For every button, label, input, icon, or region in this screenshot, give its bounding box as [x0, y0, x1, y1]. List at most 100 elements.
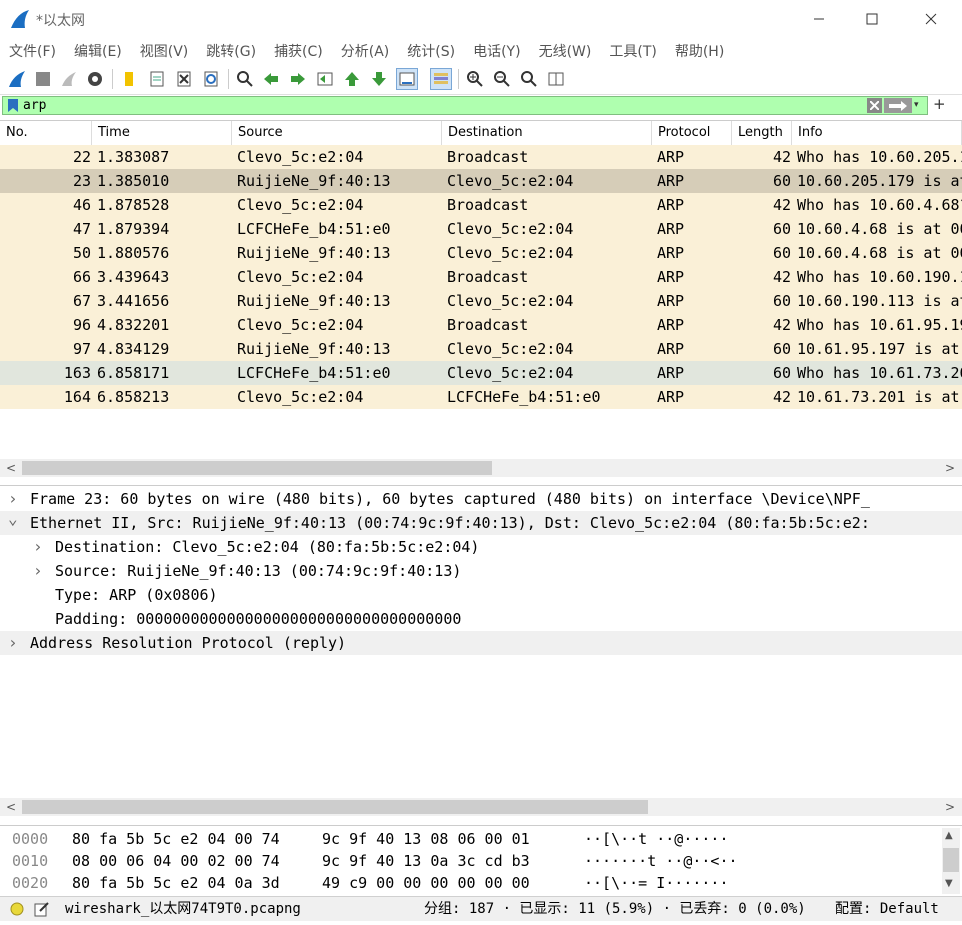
close-file-button[interactable] [173, 68, 195, 90]
maximize-button[interactable] [849, 0, 895, 38]
display-filter-input[interactable] [23, 97, 863, 114]
detail-row[interactable]: › Frame 23: 60 bytes on wire (480 bits), … [0, 487, 962, 511]
go-last-packet-button[interactable] [368, 68, 390, 90]
scroll-thumb[interactable] [22, 800, 648, 814]
packet-row[interactable]: 164 6.858213 Clevo_5c:e2:04 LCFCHeFe_b4:51:… [0, 385, 962, 409]
packet-src: Clevo_5c:e2:04 [237, 268, 364, 286]
scroll-right-icon[interactable]: > [942, 460, 958, 476]
capture-comment-button[interactable] [34, 897, 50, 921]
start-capture-button[interactable] [6, 68, 28, 90]
normal-size-button[interactable] [518, 68, 540, 90]
bytes-offset[interactable]: 0000 [12, 828, 48, 850]
bytes-hex2[interactable]: 9c 9f 40 13 0a 3c cd b3 [322, 850, 530, 872]
menu-item-7[interactable]: 电话(Y) [464, 41, 529, 61]
scroll-thumb[interactable] [943, 848, 959, 872]
filter-history-dropdown[interactable]: ▾ [914, 100, 919, 110]
go-first-packet-button[interactable] [341, 68, 363, 90]
column-header-source[interactable]: Source [232, 121, 442, 145]
menu-item-10[interactable]: 帮助(H) [666, 41, 733, 61]
packet-row[interactable]: 66 3.439643 Clevo_5c:e2:04 Broadcast ARP 42 Wh… [0, 265, 962, 289]
chevron-right-icon[interactable]: › [8, 631, 18, 655]
column-header-length[interactable]: Length [732, 121, 792, 145]
find-packet-button[interactable] [234, 68, 256, 90]
detail-row[interactable]: › Destination: Clevo_5c:e2:04 (80:fa:5b:5… [0, 535, 962, 559]
menu-item-1[interactable]: 编辑(E) [65, 41, 131, 61]
menu-item-3[interactable]: 跳转(G) [197, 41, 265, 61]
packet-row[interactable]: 22 1.383087 Clevo_5c:e2:04 Broadcast ARP 42 Wh… [0, 145, 962, 169]
details-hscrollbar[interactable]: < > [0, 798, 962, 816]
profile-indicator[interactable]: 配置: Default [835, 897, 939, 921]
menu-item-2[interactable]: 视图(V) [131, 41, 198, 61]
apply-filter-button[interactable] [884, 98, 912, 113]
auto-scroll-button[interactable] [396, 68, 418, 90]
bytes-offset[interactable]: 0020 [12, 872, 48, 894]
scroll-down-icon[interactable]: ▼ [945, 878, 953, 889]
bytes-hex1[interactable]: 80 fa 5b 5c e2 04 00 74 [72, 828, 280, 850]
column-header-no[interactable]: No. [0, 121, 92, 145]
scroll-left-icon[interactable]: < [3, 799, 19, 815]
bytes-row: 0020 80 fa 5b 5c e2 04 0a 3d 49 c9 00 00 0… [0, 872, 940, 894]
stop-capture-button[interactable] [32, 68, 54, 90]
detail-row[interactable]: Padding: 0000000000000000000000000000000… [0, 607, 962, 631]
packet-row[interactable]: 67 3.441656 RuijieNe_9f:40:13 Clevo_5c:e2:0… [0, 289, 962, 313]
capture-options-button[interactable] [84, 68, 106, 90]
menu-item-0[interactable]: 文件(F) [0, 41, 65, 61]
bytes-hex1[interactable]: 08 00 06 04 00 02 00 74 [72, 850, 280, 872]
packet-list-hscrollbar[interactable]: < > [0, 459, 962, 477]
chevron-right-icon[interactable]: › [8, 487, 18, 511]
packet-row[interactable]: 47 1.879394 LCFCHeFe_b4:51:e0 Clevo_5c:e2:0… [0, 217, 962, 241]
zoom-out-button[interactable] [491, 68, 513, 90]
resize-columns-button[interactable] [545, 68, 567, 90]
detail-text: Type: ARP (0x0806) [55, 586, 218, 604]
close-button[interactable] [908, 0, 954, 38]
bookmark-icon[interactable] [7, 98, 19, 113]
add-filter-button[interactable]: + [933, 95, 946, 113]
detail-row[interactable]: › Source: RuijieNe_9f:40:13 (00:74:9c:9f:… [0, 559, 962, 583]
packet-row[interactable]: 96 4.832201 Clevo_5c:e2:04 Broadcast ARP 42 Wh… [0, 313, 962, 337]
menu-item-5[interactable]: 分析(A) [332, 41, 399, 61]
detail-row[interactable]: Type: ARP (0x0806) [0, 583, 962, 607]
column-header-protocol[interactable]: Protocol [652, 121, 732, 145]
go-forward-button[interactable] [287, 68, 309, 90]
chevron-right-icon[interactable]: › [33, 559, 43, 583]
menu-item-6[interactable]: 统计(S) [398, 41, 464, 61]
go-to-packet-button[interactable] [314, 68, 336, 90]
bytes-hex2[interactable]: 9c 9f 40 13 08 06 00 01 [322, 828, 530, 850]
bytes-hex2[interactable]: 49 c9 00 00 00 00 00 00 [322, 872, 530, 894]
restart-capture-button[interactable] [58, 68, 80, 90]
packet-row[interactable]: 97 4.834129 RuijieNe_9f:40:13 Clevo_5c:e2:0… [0, 337, 962, 361]
bytes-ascii[interactable]: ··[\··t ··@····· [584, 828, 729, 850]
bytes-vscrollbar[interactable]: ▲ ▼ [942, 828, 960, 894]
minimize-button[interactable] [796, 0, 842, 38]
scroll-thumb[interactable] [22, 461, 492, 475]
open-file-button[interactable] [118, 68, 140, 90]
bytes-hex1[interactable]: 80 fa 5b 5c e2 04 0a 3d [72, 872, 280, 894]
column-header-destination[interactable]: Destination [442, 121, 652, 145]
menu-item-9[interactable]: 工具(T) [600, 41, 665, 61]
zoom-in-button[interactable] [464, 68, 486, 90]
packet-row[interactable]: 50 1.880576 RuijieNe_9f:40:13 Clevo_5c:e2:0… [0, 241, 962, 265]
bytes-ascii[interactable]: ·······t ··@··<·· [584, 850, 738, 872]
detail-row[interactable]: › Address Resolution Protocol (reply) [0, 631, 962, 655]
scroll-right-icon[interactable]: > [942, 799, 958, 815]
scroll-up-icon[interactable]: ▲ [945, 830, 953, 841]
clear-filter-button[interactable] [867, 98, 882, 113]
menu-item-8[interactable]: 无线(W) [530, 41, 601, 61]
column-header-time[interactable]: Time [92, 121, 232, 145]
chevron-down-icon[interactable]: ⌄ [8, 511, 18, 531]
packet-row[interactable]: 23 1.385010 RuijieNe_9f:40:13 Clevo_5c:e2:0… [0, 169, 962, 193]
reload-file-button[interactable] [200, 68, 222, 90]
detail-row[interactable]: ⌄ Ethernet II, Src: RuijieNe_9f:40:13 (00… [0, 511, 962, 535]
column-header-info[interactable]: Info [792, 121, 962, 145]
expert-info-indicator[interactable] [10, 897, 24, 921]
go-back-button[interactable] [260, 68, 282, 90]
colorize-button[interactable] [430, 68, 452, 90]
bytes-ascii[interactable]: ··[\··= I······· [584, 872, 729, 894]
menu-item-4[interactable]: 捕获(C) [265, 41, 332, 61]
chevron-right-icon[interactable]: › [33, 535, 43, 559]
packet-row[interactable]: 46 1.878528 Clevo_5c:e2:04 Broadcast ARP 42 Wh… [0, 193, 962, 217]
packet-row[interactable]: 163 6.858171 LCFCHeFe_b4:51:e0 Clevo_5c:e2:… [0, 361, 962, 385]
save-file-button[interactable] [146, 68, 168, 90]
scroll-left-icon[interactable]: < [3, 460, 19, 476]
bytes-offset[interactable]: 0010 [12, 850, 48, 872]
